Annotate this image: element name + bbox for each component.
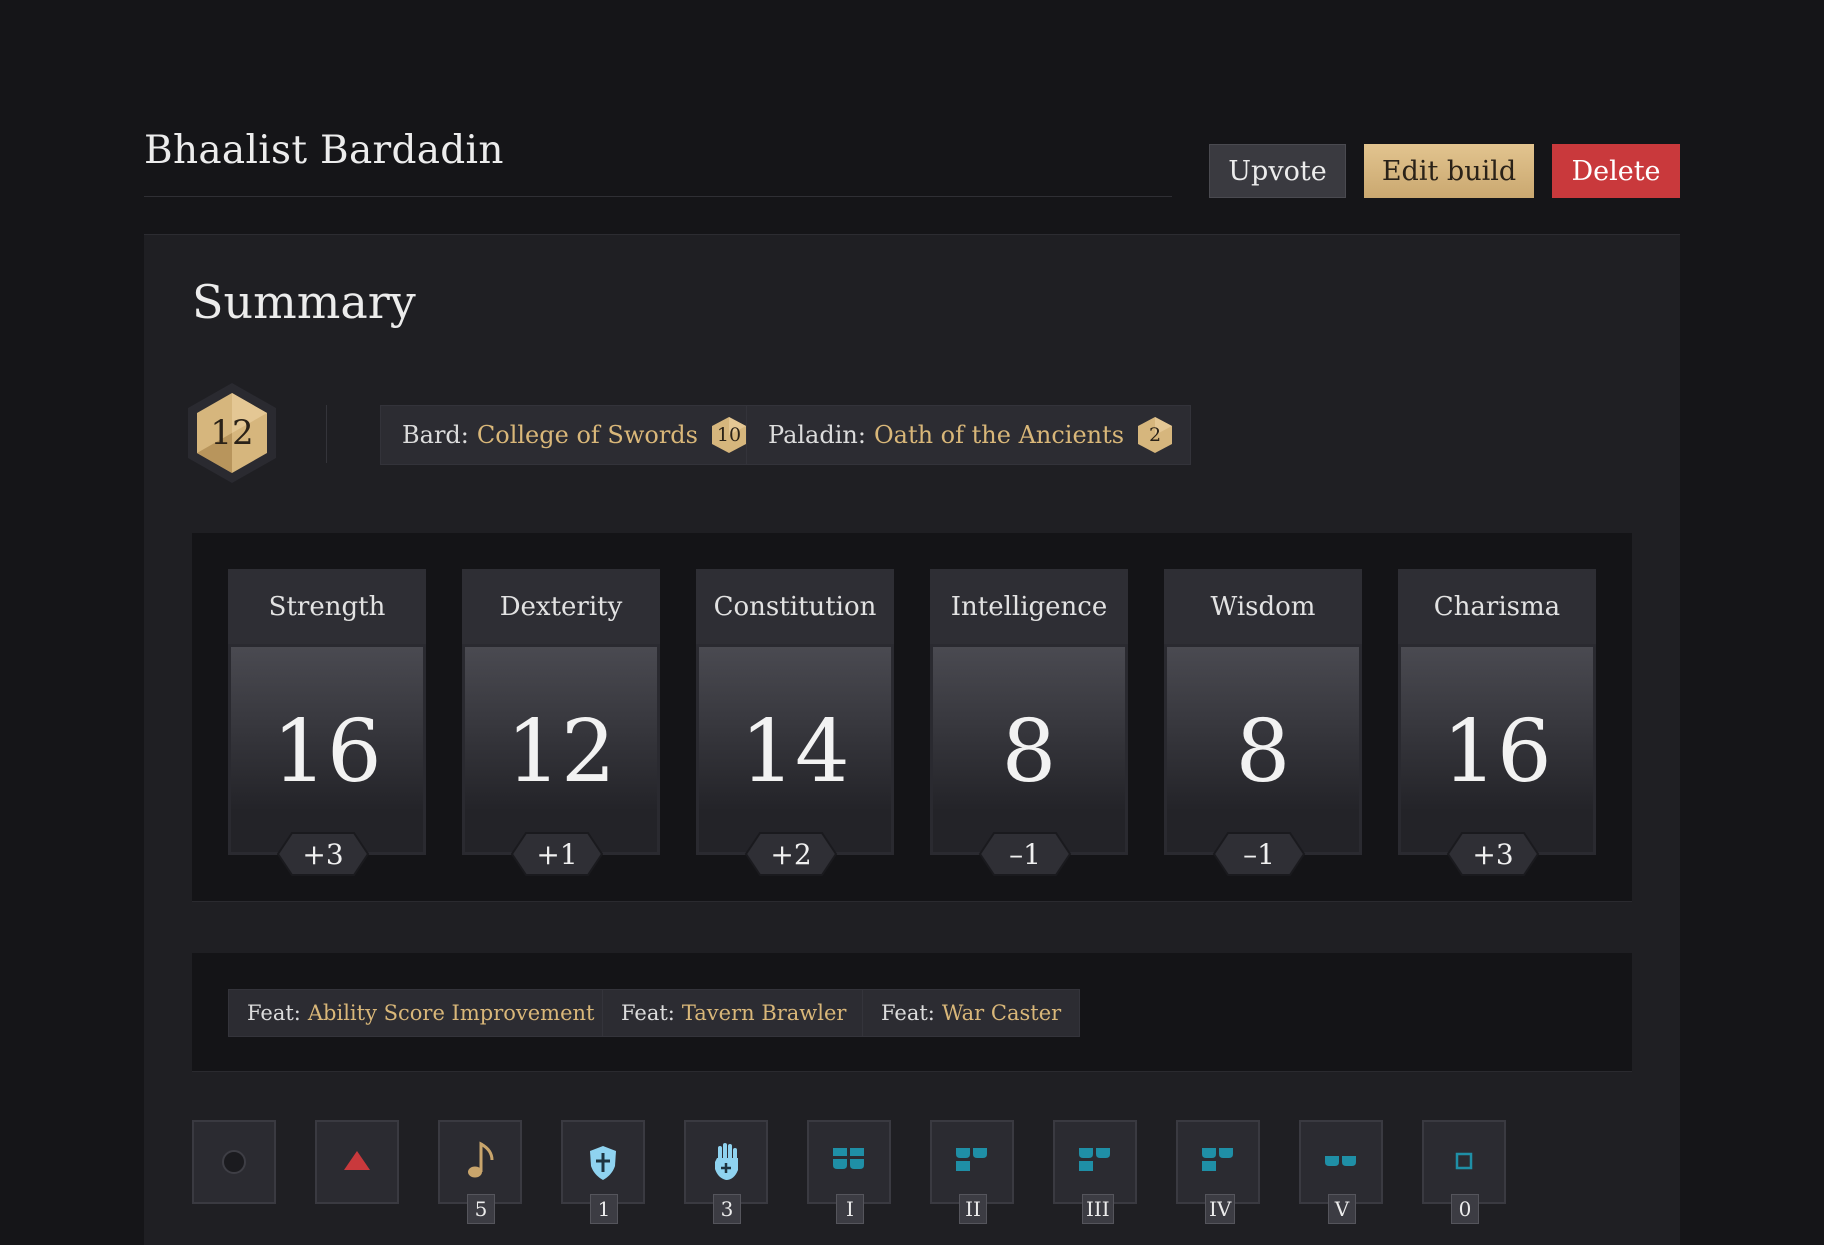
ability-card-strength: Strength 16 +3 [228,569,426,876]
ability-card-constitution: Constitution 14 +2 [696,569,894,876]
ability-modifier-badge: –1 [978,831,1072,877]
ability-modifier: –1 [1009,837,1041,871]
resource-count: IV [1205,1194,1236,1224]
ability-score: 8 [1001,702,1057,802]
ability-score: 16 [1442,702,1552,802]
spell-slot-level-1-icon [833,1148,864,1169]
resource-count: 3 [713,1194,741,1224]
lay-on-hands-resource[interactable]: 3 [684,1120,768,1224]
resource-count: I [836,1194,864,1224]
spell-slot-level-3[interactable]: III [1053,1120,1137,1224]
vertical-divider [326,405,327,463]
feat-chip[interactable]: Feat: War Caster [862,989,1081,1037]
spell-slot-level-4[interactable]: IV [1176,1120,1260,1224]
ability-modifier: +2 [770,837,812,871]
spell-slot-level-3-icon [1079,1148,1110,1171]
feats-list: Feat: Ability Score Improvement Feat: Ta… [192,953,1632,1072]
title-divider [144,196,1172,197]
ability-modifier-badge: +2 [744,831,838,877]
class-level-value: 10 [716,424,742,446]
feat-label: Feat: [881,1001,935,1025]
cantrip-slot[interactable]: 0 [1422,1120,1506,1224]
ability-modifier-badge: +1 [510,831,604,877]
ability-name: Charisma [1398,569,1596,644]
resource-count: 0 [1451,1194,1479,1224]
resource-count: 1 [590,1194,618,1224]
spell-slot-level-1[interactable]: I [807,1120,891,1224]
resource-count: III [1082,1194,1114,1224]
feat-label: Feat: [247,1001,301,1025]
channel-oath-resource[interactable]: 1 [561,1120,645,1224]
class-level-badge: 10 [711,417,746,453]
subclass-name: College of Swords [476,421,698,449]
class-level-badge: 2 [1138,417,1173,453]
bardic-inspiration-note-icon [468,1141,494,1178]
class-name: Bard: [402,421,469,449]
ability-modifier: +1 [536,837,578,871]
ability-score: 12 [506,702,616,802]
action-resource[interactable] [192,1120,276,1204]
action-circle-icon [222,1150,246,1174]
class-level-value: 2 [1149,424,1162,446]
character-level-badge: 12 [188,383,276,483]
ability-score: 16 [272,702,382,802]
ability-score: 14 [740,702,850,802]
ability-card-intelligence: Intelligence 8 –1 [930,569,1128,876]
spell-slot-level-5[interactable]: V [1299,1120,1383,1224]
lay-on-hands-icon [715,1143,738,1180]
ability-card-charisma: Charisma 16 +3 [1398,569,1596,876]
ability-scores: Strength 16 +3 Dexterity 12 +1 Constitut… [192,533,1632,902]
resource-count: 5 [467,1194,495,1224]
ability-card-wisdom: Wisdom 8 –1 [1164,569,1362,876]
character-level-value: 12 [210,413,254,453]
feat-name: War Caster [941,1001,1062,1025]
build-title: Bhaalist Bardadin [144,128,504,173]
feat-chip[interactable]: Feat: Tavern Brawler [602,989,866,1037]
ability-modifier: +3 [302,837,344,871]
ability-name: Constitution [696,569,894,644]
summary-panel: Summary 12 Bard: College of Swords 10 Pa… [144,234,1680,1245]
ability-modifier-badge: +3 [1446,831,1540,877]
ability-modifier: –1 [1243,837,1275,871]
ability-score: 8 [1235,702,1291,802]
edit-build-button[interactable]: Edit build [1364,144,1534,198]
class-chip-bard[interactable]: Bard: College of Swords 10 [380,405,765,465]
subclass-name: Oath of the Ancients [873,421,1125,449]
upvote-button[interactable]: Upvote [1209,144,1346,198]
feat-label: Feat: [621,1001,675,1025]
ability-modifier: +3 [1472,837,1514,871]
ability-name: Dexterity [462,569,660,644]
bardic-inspiration-resource[interactable]: 5 [438,1120,522,1224]
class-chip-paladin[interactable]: Paladin: Oath of the Ancients 2 [746,405,1192,465]
summary-heading: Summary [192,275,416,329]
ability-name: Strength [228,569,426,644]
bonus-action-triangle-icon [344,1151,370,1170]
feat-name: Ability Score Improvement [307,1001,595,1025]
class-name: Paladin: [768,421,866,449]
spell-slot-level-5-icon [1325,1156,1356,1166]
spell-slot-level-2-icon [956,1148,987,1171]
bonus-action-resource[interactable] [315,1120,399,1204]
resource-count: II [959,1194,987,1224]
ability-name: Wisdom [1164,569,1362,644]
ability-modifier-badge: –1 [1212,831,1306,877]
ability-modifier-badge: +3 [276,831,370,877]
spell-slot-level-4-icon [1202,1148,1233,1171]
ability-name: Intelligence [930,569,1128,644]
spell-slot-level-2[interactable]: II [930,1120,1014,1224]
channel-oath-shield-icon [590,1146,616,1180]
feat-chip[interactable]: Feat: Ability Score Improvement [228,989,614,1037]
delete-button[interactable]: Delete [1552,144,1680,198]
resource-count: V [1328,1194,1356,1224]
cantrip-slot-icon [1455,1152,1473,1170]
ability-card-dexterity: Dexterity 12 +1 [462,569,660,876]
feat-name: Tavern Brawler [681,1001,847,1025]
